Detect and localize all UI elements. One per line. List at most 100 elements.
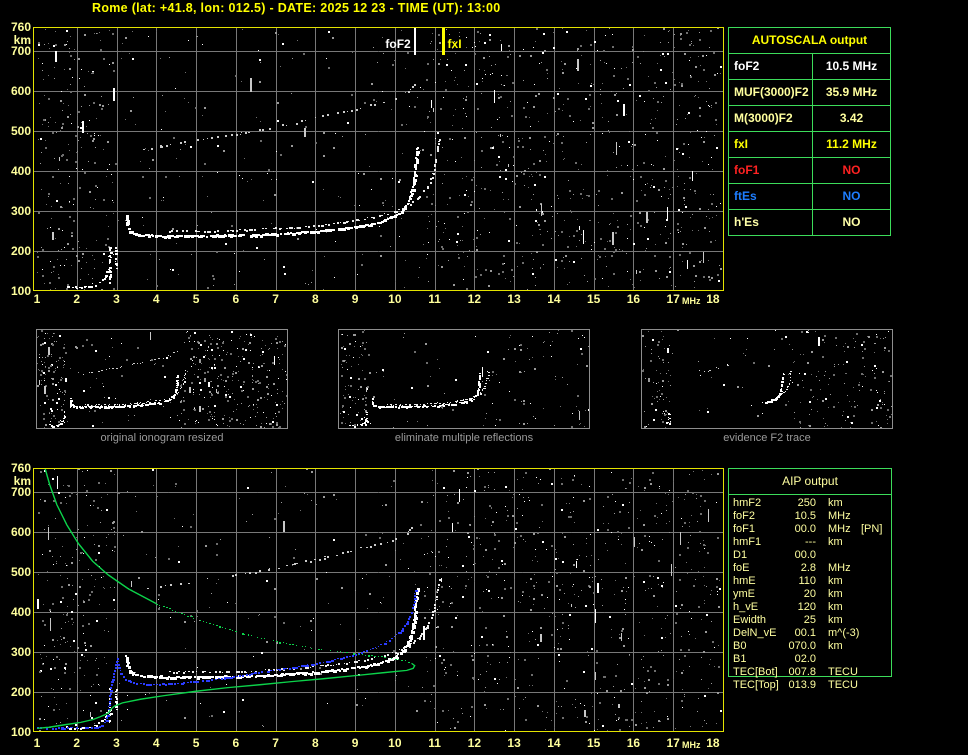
x-axis-tick-label: 9 xyxy=(351,736,359,750)
x-axis-tick-label: 14 xyxy=(547,736,561,750)
aip-row-unit: km xyxy=(828,497,843,509)
y-axis-tick-label: 300 xyxy=(10,204,31,218)
bottom-ionogram-profile-canvas xyxy=(33,468,724,732)
x-axis-tick-label: 8 xyxy=(311,292,319,306)
y-axis-tick-label: 100 xyxy=(10,284,31,298)
x-axis-tick-label: 12 xyxy=(467,736,482,750)
autoscala-row-value: 11.2 MHz xyxy=(826,137,877,151)
autoscala-row-label: foF2 xyxy=(729,54,813,79)
aip-row-value: 25 xyxy=(803,614,816,626)
aip-table-title: AIP output xyxy=(729,469,891,495)
autoscala-row-fof2: foF2 10.5 MHz xyxy=(729,54,890,80)
marker-label-fxi: fxI xyxy=(447,37,462,51)
aip-row-h_ve: h_vE 120 km xyxy=(728,601,898,614)
x-axis-tick-label: 10 xyxy=(388,292,402,306)
x-axis-tick-label: 18 xyxy=(706,736,720,750)
autoscala-row-label: h'Es xyxy=(729,210,813,235)
aip-row-unit: TECU xyxy=(828,679,858,691)
aip-row-value: 013.9 xyxy=(788,679,816,691)
autoscala-row-value: NO xyxy=(842,163,861,177)
aip-row-foe: foE 2.8 MHz xyxy=(728,562,898,575)
autoscala-table-title: AUTOSCALA output xyxy=(729,28,890,54)
x-axis-tick-label: 13 xyxy=(507,736,521,750)
x-axis-tick-label: 11 xyxy=(428,736,441,750)
autoscala-output-table: AUTOSCALA output foF2 10.5 MHz MUF(3000)F2… xyxy=(728,27,891,236)
x-axis-tick-label: 6 xyxy=(232,292,240,306)
aip-row-label: foE xyxy=(733,562,750,574)
x-axis-unit-label: MHz xyxy=(682,296,701,306)
aip-row-value: 10.5 xyxy=(794,510,816,522)
aip-row-unit: km xyxy=(828,575,843,587)
aip-row-label: hmF2 xyxy=(733,497,762,509)
aip-row-value: 02.0 xyxy=(794,653,816,665)
aip-row-hmf1: hmF1 --- km xyxy=(728,536,898,549)
y-axis-tick-label: 200 xyxy=(10,244,31,258)
aip-row-unit: km xyxy=(828,588,843,600)
aip-row-tec[bot]: TEC[Bot] 007.8 TECU xyxy=(728,666,898,679)
aip-row-value: 00.1 xyxy=(794,627,816,639)
x-axis-tick-label: 4 xyxy=(152,292,160,306)
aip-row-unit: km xyxy=(828,536,843,548)
y-axis-tick-label: 500 xyxy=(10,124,31,138)
thumbnail-caption-eliminate: eliminate multiple reflections xyxy=(394,432,534,444)
x-axis-tick-label: 8 xyxy=(311,736,319,750)
autoscala-row-value: 35.9 MHz xyxy=(825,85,878,99)
y-axis-tick-label: 500 xyxy=(10,565,31,579)
top-ionogram-canvas xyxy=(33,27,724,291)
autoscala-row-value: 3.42 xyxy=(839,111,864,125)
aip-row-label: B0 xyxy=(733,640,747,652)
aip-row-value: 00.0 xyxy=(794,523,816,535)
aip-row-value: --- xyxy=(805,536,816,548)
autoscala-row-h'es: h'Es NO xyxy=(729,210,890,235)
aip-row-hme: hmE 110 km xyxy=(728,575,898,588)
x-axis-tick-label: 2 xyxy=(73,292,81,306)
thumbnail-evidence-f2-trace xyxy=(641,329,893,429)
aip-row-value: 070.0 xyxy=(788,640,816,652)
y-axis-tick-label: 700 xyxy=(10,44,31,58)
y-axis-tick-label: 760 xyxy=(10,461,31,475)
autoscala-window: Rome (lat: +41.8, lon: 012.5) - DATE: 20… xyxy=(0,0,968,755)
y-axis-tick-label: 760 xyxy=(10,20,31,34)
thumbnail-caption-evidence: evidence F2 trace xyxy=(723,432,811,444)
autoscala-row-label: MUF(3000)F2 xyxy=(729,80,813,105)
aip-row-unit: MHz xyxy=(828,523,851,535)
x-axis-tick-label: 11 xyxy=(428,292,441,306)
aip-row-yme: ymE 20 km xyxy=(728,588,898,601)
aip-row-value: 007.8 xyxy=(788,666,816,678)
aip-row-label: hmF1 xyxy=(733,536,762,548)
aip-row-d1: D1 00.0 xyxy=(728,549,898,562)
autoscala-row-value: NO xyxy=(842,189,861,203)
aip-row-unit: km xyxy=(828,601,843,613)
x-axis-tick-label: 1 xyxy=(33,292,41,306)
x-axis-tick-label: 3 xyxy=(113,736,120,750)
aip-row-unit: km xyxy=(828,614,843,626)
x-axis-unit-label: MHz xyxy=(682,740,701,750)
x-axis-tick-label: 16 xyxy=(626,736,641,750)
x-axis-tick-label: 17 xyxy=(666,736,680,750)
aip-row-label: ymE xyxy=(733,588,755,600)
autoscala-row-ftes: ftEs NO xyxy=(729,184,890,210)
aip-row-label: B1 xyxy=(733,653,747,665)
thumbnail-caption-original: original ionogram resized xyxy=(100,432,224,444)
aip-row-value: 2.8 xyxy=(800,562,816,574)
y-axis-tick-label: 400 xyxy=(10,605,31,619)
x-axis-tick-label: 5 xyxy=(192,292,200,306)
aip-row-unit: TECU xyxy=(828,666,858,678)
aip-row-label: hmE xyxy=(733,575,756,587)
autoscala-row-m(3000)f2: M(3000)F2 3.42 xyxy=(729,106,890,132)
autoscala-table-rows: foF2 10.5 MHz MUF(3000)F2 35.9 MHz M(3000)F2… xyxy=(729,54,890,235)
x-axis-tick-label: 6 xyxy=(232,736,240,750)
aip-row-value: 120 xyxy=(797,601,816,613)
y-axis-tick-label: 700 xyxy=(10,485,31,499)
x-axis-tick-label: 15 xyxy=(586,736,601,750)
y-axis-tick-label: 100 xyxy=(10,725,31,739)
aip-row-ewidth: Ewidth 25 km xyxy=(728,614,898,627)
aip-row-fof1: foF1 00.0 MHz [PN] xyxy=(728,523,898,536)
aip-row-fof2: foF2 10.5 MHz xyxy=(728,510,898,523)
marker-label-fof2: foF2 xyxy=(385,37,411,51)
thumbnail-original-ionogram xyxy=(36,329,288,429)
aip-row-value: 110 xyxy=(798,575,816,587)
window-title: Rome (lat: +41.8, lon: 012.5) - DATE: 20… xyxy=(92,1,501,15)
autoscala-row-fxi: fxI 11.2 MHz xyxy=(729,132,890,158)
x-axis-tick-label: 15 xyxy=(586,292,601,306)
